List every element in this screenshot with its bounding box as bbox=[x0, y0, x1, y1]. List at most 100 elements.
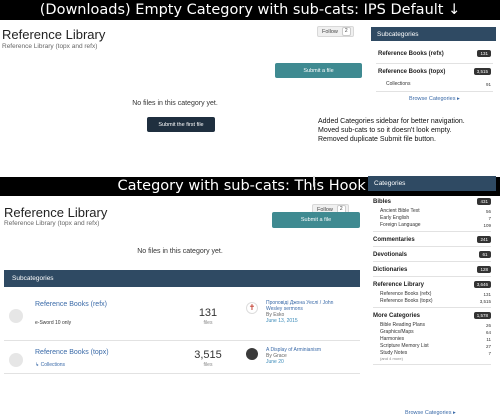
page-title: Reference Library bbox=[4, 205, 108, 220]
categories-header: Categories bbox=[368, 176, 496, 191]
file-count-label: files bbox=[203, 320, 213, 326]
sidebar-subcategory[interactable]: Ancient Bible Text 56 bbox=[373, 208, 491, 214]
divider bbox=[373, 364, 491, 365]
divider bbox=[373, 307, 491, 308]
latest-file[interactable]: Проповіді Джона Уеслі / John Wesley serm… bbox=[266, 300, 361, 324]
count-badge: 3,515 bbox=[473, 68, 491, 75]
sidebar-subcategory-label: Reference Books (refx) bbox=[380, 291, 432, 297]
divider bbox=[373, 246, 491, 247]
banner-default: (Downloads) Empty Category with sub-cats… bbox=[0, 0, 500, 20]
sidebar-subcategory-label: Reference Books (topx) bbox=[380, 298, 433, 304]
count-badge: 61 bbox=[479, 251, 491, 258]
sidebar-subcategory[interactable]: Reference Books (refx) 131 bbox=[373, 291, 491, 297]
count: 56 bbox=[485, 208, 491, 214]
category-icon bbox=[9, 309, 23, 323]
no-files-message: No files in this category yet. bbox=[137, 248, 223, 255]
avatar bbox=[246, 348, 258, 360]
count-badge: 3,646 bbox=[473, 281, 491, 288]
sidebar-subcategory-label: Early English bbox=[380, 215, 410, 221]
count-badge: 1,578 bbox=[473, 312, 491, 319]
count: 3,515 bbox=[479, 298, 491, 304]
file-count: 3,515 bbox=[194, 349, 222, 361]
count: 91 bbox=[485, 81, 491, 87]
sidebar-subcategory-label: Ancient Bible Text bbox=[380, 208, 420, 214]
latest-file-date: June 13, 2015 bbox=[266, 318, 298, 324]
sidebar-subcategory-label: Harmonies bbox=[380, 336, 405, 342]
sidebar-subcategory-label: Graphics/Maps bbox=[380, 329, 414, 335]
sidebar-category-label: Bibles bbox=[373, 198, 392, 205]
divider bbox=[373, 231, 491, 232]
cross-icon: ✝ bbox=[248, 303, 256, 312]
divider bbox=[373, 276, 491, 277]
sidebar-subcategory[interactable]: Graphics/Maps 64 bbox=[373, 329, 491, 335]
sidebar-category[interactable]: More Categories 1,578 bbox=[373, 312, 491, 319]
count: 27 bbox=[485, 343, 491, 349]
sidebar-category[interactable]: Commentaries 241 bbox=[373, 236, 491, 243]
follow-label: Follow bbox=[322, 28, 338, 35]
divider bbox=[373, 261, 491, 262]
sidebar-subcategory[interactable]: Reference Books (topx) 3,515 bbox=[373, 298, 491, 304]
note-line: Removed duplicate Submit file button. bbox=[318, 136, 436, 143]
sidebar-category-label: Commentaries bbox=[373, 236, 415, 243]
sidebar-subcategory-label: Scripture Memory List bbox=[380, 343, 429, 349]
sidebar-item-label: Reference Books (topx) bbox=[378, 68, 446, 75]
count: 26 bbox=[485, 322, 491, 328]
sidebar-item-label: Collections bbox=[386, 81, 411, 87]
sidebar-item-refx[interactable]: Reference Books (refx) 131 bbox=[378, 50, 491, 57]
count-badge: 128 bbox=[477, 266, 491, 273]
sidebar-category[interactable]: Reference Library 3,646 bbox=[373, 281, 491, 288]
sidebar-subcategory[interactable]: Scripture Memory List 27 bbox=[373, 343, 491, 349]
subcategory-description: e-Sword 10 only bbox=[35, 320, 72, 326]
sidebar-item-topx[interactable]: Reference Books (topx) 3,515 bbox=[378, 68, 491, 75]
sidebar-category-label: More Categories bbox=[373, 312, 421, 319]
sidebar-subcategory[interactable]: Foreign Language 109 bbox=[373, 222, 491, 228]
sidebar-category-label: Reference Library bbox=[373, 281, 425, 288]
sidebar-category-label: Dictionaries bbox=[373, 266, 408, 273]
sidebar-item-label: Reference Books (refx) bbox=[378, 50, 444, 57]
sidebar-subcategory-label: Bible Reading Plans bbox=[380, 322, 426, 328]
latest-file[interactable]: A Display of Arminianism By Grace June 2… bbox=[266, 347, 361, 365]
browse-categories-link[interactable]: Browse Categories ▸ bbox=[405, 410, 456, 416]
count: 64 bbox=[485, 329, 491, 335]
follow-button[interactable] bbox=[313, 176, 315, 187]
submit-file-button[interactable]: Submit a file bbox=[275, 63, 362, 78]
note-line: Added Categories sidebar for better navi… bbox=[318, 118, 465, 125]
subcategory-link-refx[interactable]: Reference Books (refx) bbox=[35, 301, 107, 308]
no-files-message: No files in this category yet. bbox=[132, 100, 218, 107]
count: 131 bbox=[483, 291, 491, 297]
subcategory-link-topx[interactable]: Reference Books (topx) bbox=[35, 349, 109, 356]
categories-list: Bibles 431 Ancient Bible Text 56 Early Engli… bbox=[373, 198, 491, 365]
note-line: Moved sub-cats to so it doesn't look emp… bbox=[318, 127, 452, 134]
sidebar-subcategory-label: Foreign Language bbox=[380, 222, 421, 228]
collections-link[interactable]: ↳ Collections bbox=[35, 362, 65, 368]
change-note: Added Categories sidebar for better navi… bbox=[318, 117, 498, 144]
browse-categories-link[interactable]: Browse Categories ▸ bbox=[409, 96, 460, 102]
and-more-label: (and 4 more) bbox=[380, 356, 403, 361]
sidebar-category-label: Devotionals bbox=[373, 251, 408, 258]
page-subtitle: Reference Library (topx and refx) bbox=[4, 220, 100, 227]
sidebar-item-collections[interactable]: Collections 91 bbox=[386, 81, 491, 87]
submit-first-file-button[interactable]: Submit the first file bbox=[147, 117, 215, 132]
count: 7 bbox=[488, 215, 491, 221]
subcategories-header: Subcategories bbox=[4, 270, 360, 287]
sidebar-category[interactable]: Bibles 431 bbox=[373, 198, 491, 205]
subcategories-header: Subcategories bbox=[371, 27, 496, 41]
count-badge: 131 bbox=[477, 50, 491, 57]
file-count: 131 bbox=[198, 307, 218, 319]
sidebar-subcategory[interactable]: Early English 7 bbox=[373, 215, 491, 221]
count: 7 bbox=[488, 350, 491, 356]
follow-button[interactable]: Follow 2 bbox=[317, 26, 354, 37]
avatar: ✝ bbox=[246, 302, 258, 314]
follow-count: 2 bbox=[341, 27, 351, 36]
count: 11 bbox=[486, 336, 491, 342]
category-icon bbox=[9, 353, 23, 367]
page-title: Reference Library bbox=[2, 27, 106, 42]
sidebar-subcategory[interactable]: Bible Reading Plans 26 bbox=[373, 322, 491, 328]
count-badge: 431 bbox=[477, 198, 491, 205]
count: 109 bbox=[483, 222, 491, 228]
sidebar-category[interactable]: Dictionaries 128 bbox=[373, 266, 491, 273]
sidebar-subcategory[interactable]: Harmonies 11 bbox=[373, 336, 491, 342]
sidebar-category[interactable]: Devotionals 61 bbox=[373, 251, 491, 258]
submit-file-button[interactable]: Submit a file bbox=[272, 212, 360, 228]
page-subtitle: Reference Library (topx and refx) bbox=[2, 43, 98, 50]
